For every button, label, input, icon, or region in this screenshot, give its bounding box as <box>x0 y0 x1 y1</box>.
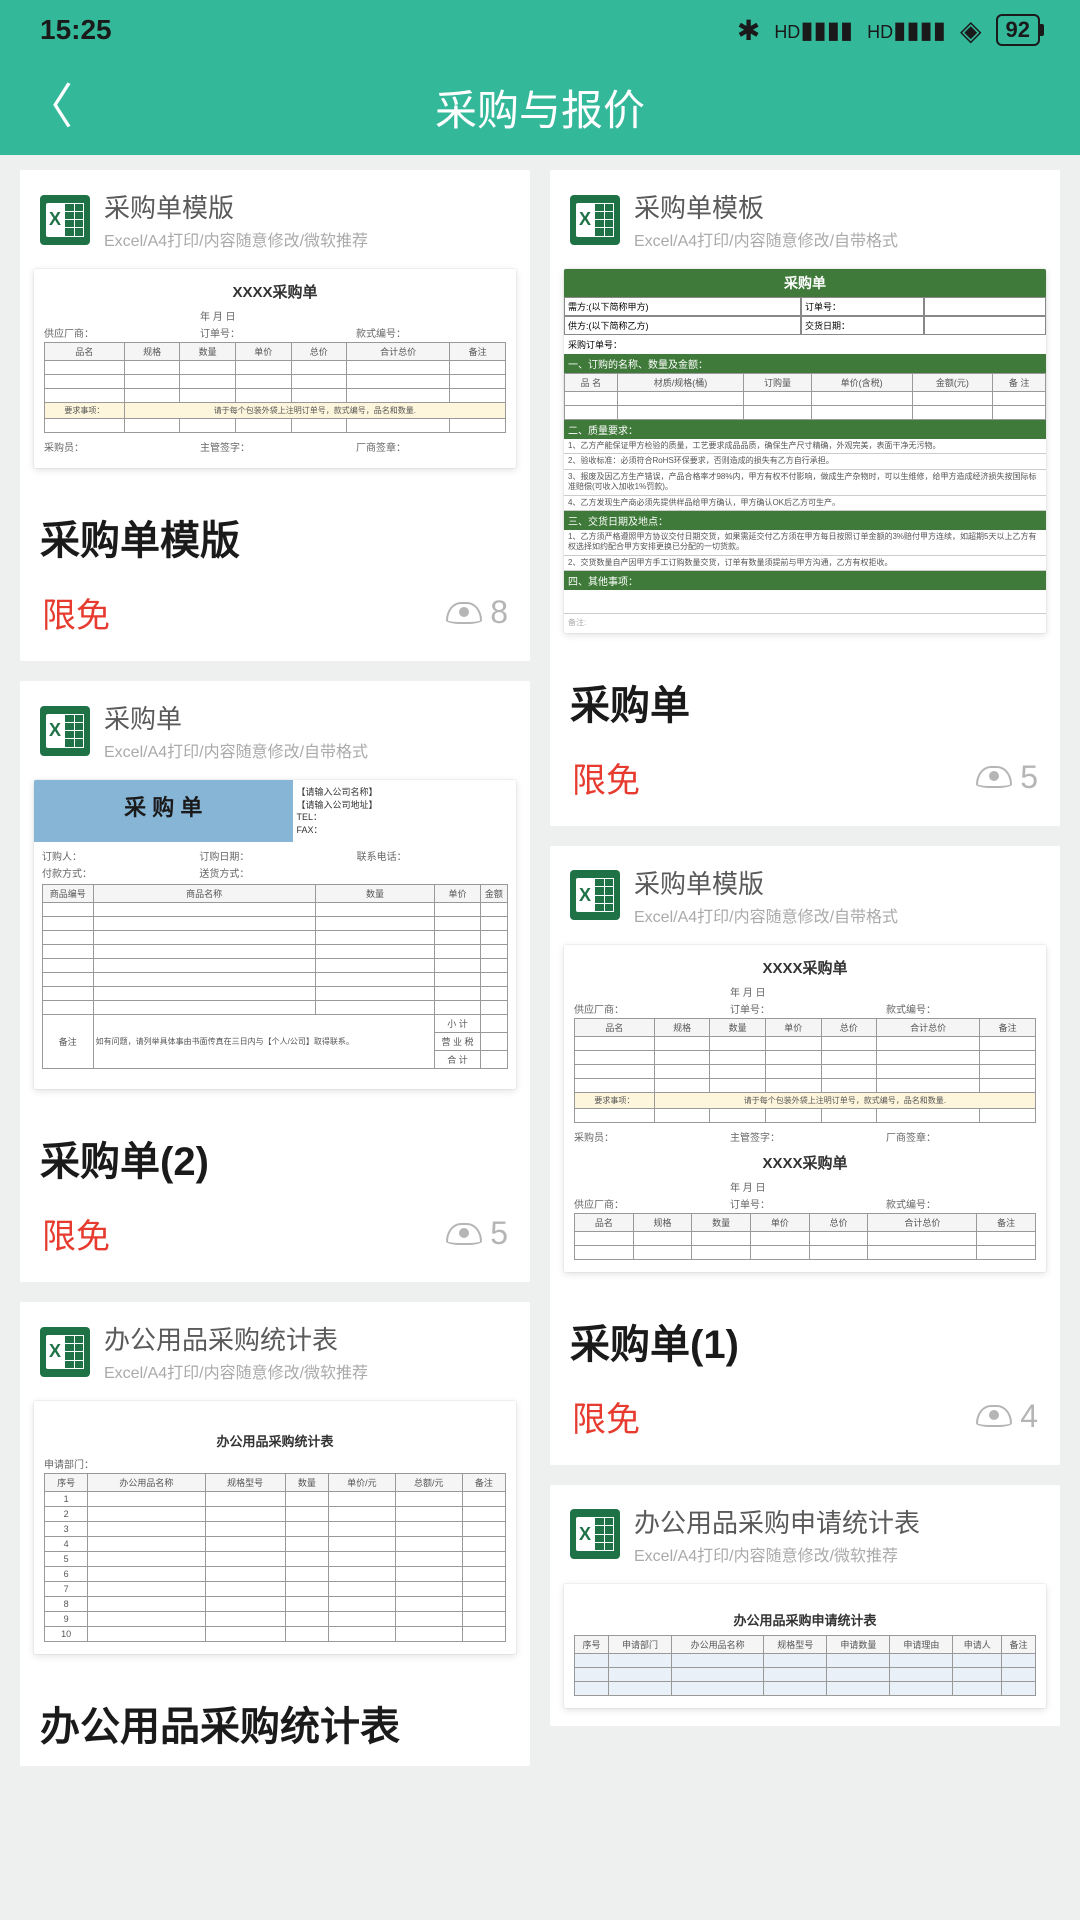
template-card[interactable]: 采购单模版 Excel/A4打印/内容随意修改/微软推荐 XXXX采购单 年 月… <box>20 170 530 661</box>
wifi-icon: ◈ <box>960 14 982 47</box>
preview-thumbnail: XXXX采购单 年 月 日 供应厂商：订单号：款式编号： 品名规格数量单价总价合… <box>564 945 1046 1272</box>
excel-icon <box>570 870 620 920</box>
card-header-sub: Excel/A4打印/内容随意修改/自带格式 <box>634 227 898 251</box>
card-header-sub: Excel/A4打印/内容随意修改/微软推荐 <box>104 1359 368 1383</box>
excel-icon <box>40 195 90 245</box>
card-header: 办公用品采购统计表 Excel/A4打印/内容随意修改/微软推荐 <box>20 1302 530 1393</box>
excel-icon <box>40 706 90 756</box>
view-count: 8 <box>446 594 508 631</box>
eye-icon <box>976 766 1012 788</box>
eye-icon <box>976 1405 1012 1427</box>
card-header-title: 采购单模版 <box>634 864 898 901</box>
card-header-title: 采购单模板 <box>634 188 898 225</box>
back-button[interactable]: 〈 <box>25 84 73 132</box>
card-header-title: 采购单 <box>104 699 368 736</box>
card-header: 采购单模板 Excel/A4打印/内容随意修改/自带格式 <box>550 170 1060 261</box>
right-column: 采购单模板 Excel/A4打印/内容随意修改/自带格式 采购单 需方:(以下简… <box>550 170 1060 1766</box>
template-card[interactable]: 办公用品采购申请统计表 Excel/A4打印/内容随意修改/微软推荐 办公用品采… <box>550 1485 1060 1726</box>
card-header: 采购单模版 Excel/A4打印/内容随意修改/微软推荐 <box>20 170 530 261</box>
preview-thumbnail: 采 购 单 【请输入公司名称】 【请输入公司地址】 TEL： FAX： 订购人：… <box>34 780 516 1089</box>
status-time: 15:25 <box>40 14 112 46</box>
template-card[interactable]: 采购单 Excel/A4打印/内容随意修改/自带格式 采 购 单 【请输入公司名… <box>20 681 530 1282</box>
card-header-sub: Excel/A4打印/内容随意修改/自带格式 <box>634 903 898 927</box>
free-tag: 限免 <box>572 753 640 802</box>
card-header-sub: Excel/A4打印/内容随意修改/微软推荐 <box>104 227 368 251</box>
template-card[interactable]: 办公用品采购统计表 Excel/A4打印/内容随意修改/微软推荐 办公用品采购统… <box>20 1302 530 1766</box>
page-title: 采购与报价 <box>0 77 1080 138</box>
view-count: 5 <box>446 1215 508 1252</box>
template-card[interactable]: 采购单模版 Excel/A4打印/内容随意修改/自带格式 XXXX采购单 年 月… <box>550 846 1060 1465</box>
signal-hd2-icon: HD▮▮▮▮ <box>867 16 946 45</box>
card-header-sub: Excel/A4打印/内容随意修改/微软推荐 <box>634 1542 920 1566</box>
card-header-title: 办公用品采购统计表 <box>104 1320 368 1357</box>
card-title: 办公用品采购统计表 <box>20 1672 530 1766</box>
excel-icon <box>570 195 620 245</box>
card-header: 办公用品采购申请统计表 Excel/A4打印/内容随意修改/微软推荐 <box>550 1485 1060 1576</box>
nav-bar: 〈 采购与报价 <box>0 60 1080 155</box>
card-title: 采购单模版 <box>20 486 530 580</box>
signal-hd-icon: HD▮▮▮▮ <box>774 16 853 45</box>
bluetooth-icon: ✱ <box>737 14 760 47</box>
card-header: 采购单模版 Excel/A4打印/内容随意修改/自带格式 <box>550 846 1060 937</box>
left-column: 采购单模版 Excel/A4打印/内容随意修改/微软推荐 XXXX采购单 年 月… <box>20 170 530 1766</box>
excel-icon <box>570 1509 620 1559</box>
view-count: 5 <box>976 759 1038 796</box>
free-tag: 限免 <box>572 1392 640 1441</box>
card-header-title: 办公用品采购申请统计表 <box>634 1503 920 1540</box>
preview-thumbnail: 办公用品采购统计表 申请部门： 序号办公用品名称规格型号数量单价/元总额/元备注… <box>34 1401 516 1654</box>
preview-thumbnail: XXXX采购单 年 月 日 供应厂商：订单号：款式编号： 品名规格数量单价总价合… <box>34 269 516 468</box>
template-grid: 采购单模版 Excel/A4打印/内容随意修改/微软推荐 XXXX采购单 年 月… <box>0 155 1080 1781</box>
card-title: 采购单(1) <box>550 1290 1060 1384</box>
card-header: 采购单 Excel/A4打印/内容随意修改/自带格式 <box>20 681 530 772</box>
eye-icon <box>446 1223 482 1245</box>
status-bar: 15:25 ✱ HD▮▮▮▮ HD▮▮▮▮ ◈ 92 <box>0 0 1080 60</box>
card-header-sub: Excel/A4打印/内容随意修改/自带格式 <box>104 738 368 762</box>
free-tag: 限免 <box>42 1209 110 1258</box>
eye-icon <box>446 602 482 624</box>
status-icons: ✱ HD▮▮▮▮ HD▮▮▮▮ ◈ 92 <box>737 14 1040 47</box>
card-title: 采购单(2) <box>20 1107 530 1201</box>
card-title: 采购单 <box>550 651 1060 745</box>
preview-thumbnail: 采购单 需方:(以下简称甲方)订单号： 供方:(以下简称乙方)交货日期： 采购订… <box>564 269 1046 633</box>
template-card[interactable]: 采购单模板 Excel/A4打印/内容随意修改/自带格式 采购单 需方:(以下简… <box>550 170 1060 826</box>
view-count: 4 <box>976 1398 1038 1435</box>
excel-icon <box>40 1327 90 1377</box>
battery-icon: 92 <box>996 14 1040 46</box>
free-tag: 限免 <box>42 588 110 637</box>
preview-thumbnail: 办公用品采购申请统计表 序号申请部门办公用品名称规格型号申请数量申请理由申请人备… <box>564 1584 1046 1708</box>
card-header-title: 采购单模版 <box>104 188 368 225</box>
